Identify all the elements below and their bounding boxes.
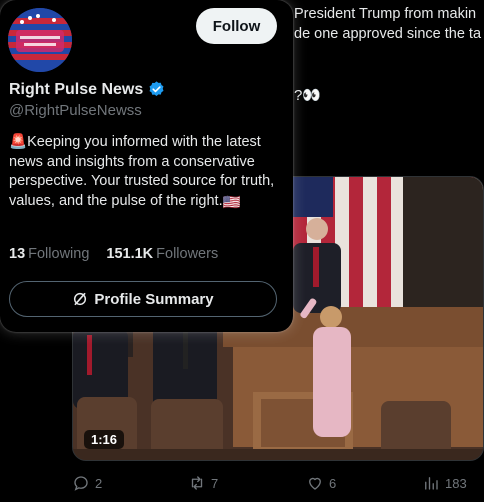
followers-link[interactable]: 151.1K Followers <box>106 246 218 262</box>
reply-count: 2 <box>95 475 103 491</box>
followers-count: 151.1K <box>106 246 154 262</box>
us-flag-emoji: 🇺🇸 <box>222 194 241 211</box>
avatar-logo-image <box>8 8 72 72</box>
reply-button[interactable]: 2 <box>72 474 102 492</box>
views-button[interactable]: 183 <box>422 474 467 492</box>
follow-button[interactable]: Follow <box>196 8 277 44</box>
profile-summary-button[interactable]: Profile Summary <box>9 281 277 317</box>
profile-handle[interactable]: @RightPulseNewss <box>9 102 142 119</box>
avatar[interactable] <box>8 8 72 72</box>
verified-badge-icon <box>149 81 164 96</box>
profile-counts: 13 Following 151.1K Followers <box>9 246 218 262</box>
following-count: 13 <box>9 246 26 262</box>
heart-icon <box>309 477 321 490</box>
following-label: Following <box>28 246 90 262</box>
like-button[interactable]: 6 <box>306 474 336 492</box>
alert-emoji: 🚨 <box>9 134 28 150</box>
reply-icon <box>74 476 88 491</box>
retweet-count: 7 <box>211 475 219 491</box>
views-icon <box>425 477 438 490</box>
retweet-button[interactable]: 7 <box>188 474 218 492</box>
profile-hover-card: Follow Right Pulse News @RightPulseNewss… <box>0 0 293 332</box>
tweet-text-line: President Trump from makin <box>294 6 477 22</box>
retweet-icon <box>191 476 203 490</box>
display-name[interactable]: Right Pulse News <box>9 81 143 99</box>
tweet-text-line: de one approved since the ta <box>294 26 482 42</box>
following-link[interactable]: 13 Following <box>9 246 89 262</box>
followers-label: Followers <box>156 246 219 262</box>
profile-summary-label: Profile Summary <box>94 290 214 308</box>
profile-name-row: Right Pulse News <box>9 80 166 99</box>
tweet-text-line: ?👀 <box>294 87 322 104</box>
video-duration: 1:16 <box>84 430 125 449</box>
tweet-actions: 2 7 6 183 <box>72 474 472 496</box>
like-count: 6 <box>329 475 337 491</box>
views-count: 183 <box>445 475 467 491</box>
grok-slash-icon <box>74 292 87 306</box>
profile-bio: 🚨Keeping you informed with the latest ne… <box>9 133 279 213</box>
